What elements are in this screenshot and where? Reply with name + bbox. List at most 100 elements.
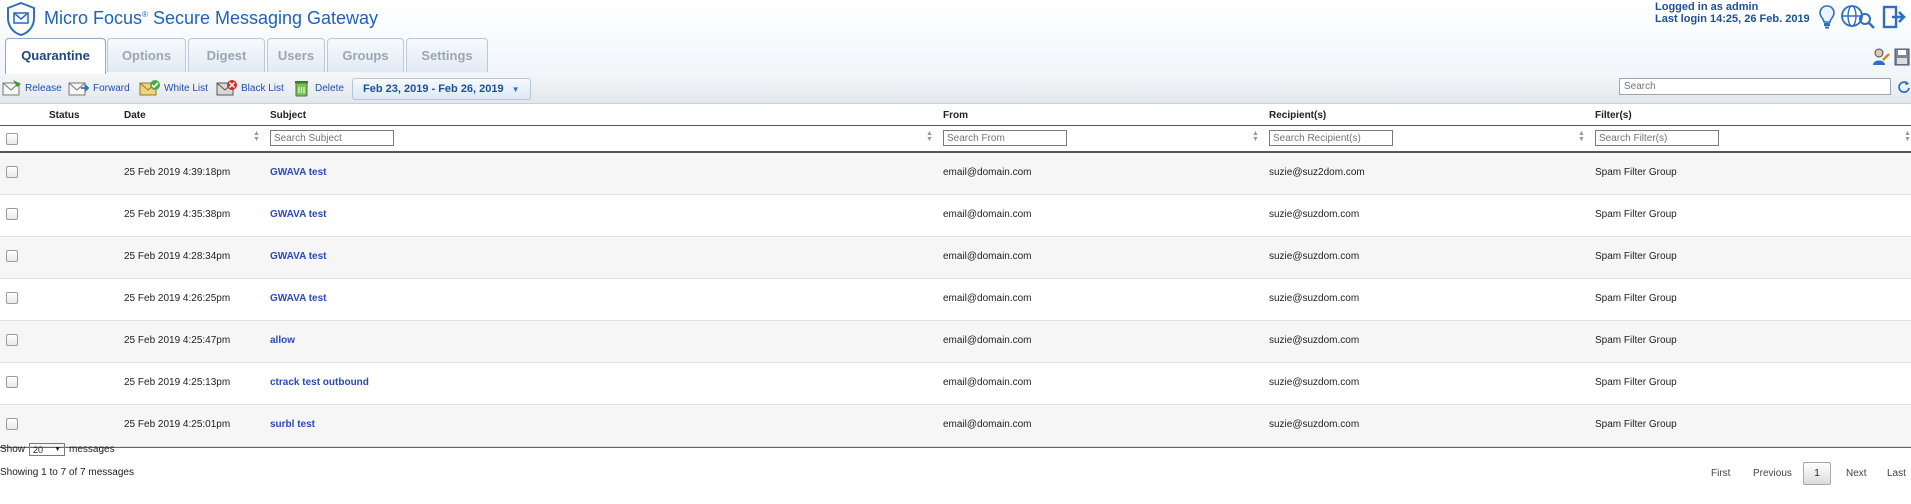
row-recipient: suzie@suz2dom.com: [1269, 167, 1365, 178]
tab-digest[interactable]: Digest: [188, 38, 265, 72]
pagination-first[interactable]: First: [1711, 468, 1730, 479]
row-from: email@domain.com: [943, 167, 1032, 178]
tab-quarantine[interactable]: Quarantine: [5, 38, 106, 75]
pagination-last[interactable]: Last: [1887, 468, 1906, 479]
table-row[interactable]: 25 Feb 2019 4:35:38pm GWAVA test email@d…: [0, 195, 1911, 237]
row-checkbox[interactable]: [6, 208, 18, 220]
app-title: Micro Focus® Secure Messaging Gateway: [44, 8, 378, 29]
trademark-mark: ®: [142, 10, 148, 19]
row-checkbox[interactable]: [6, 376, 18, 388]
column-from[interactable]: From: [943, 110, 968, 121]
subject-filter-input[interactable]: [270, 130, 394, 146]
chevron-down-icon: ▼: [54, 446, 62, 453]
row-subject-link[interactable]: surbl test: [270, 419, 315, 430]
page-size-select[interactable]: 20 ▼: [29, 443, 66, 456]
row-date: 25 Feb 2019 4:25:47pm: [124, 335, 231, 346]
lightbulb-icon[interactable]: [1818, 4, 1836, 30]
row-checkbox[interactable]: [6, 334, 18, 346]
from-filter-input[interactable]: [943, 130, 1067, 146]
row-subject-link[interactable]: GWAVA test: [270, 251, 326, 262]
tab-options[interactable]: Options: [107, 38, 186, 72]
table-body: 25 Feb 2019 4:39:18pm GWAVA test email@d…: [0, 153, 1911, 448]
white-list-icon: [139, 80, 160, 96]
showing-summary: Showing 1 to 7 of 7 messages: [0, 467, 134, 478]
row-checkbox[interactable]: [6, 292, 18, 304]
table-footer: Show 20 ▼ messages Showing 1 to 7 of 7 m…: [0, 443, 1911, 503]
date-range-picker[interactable]: Feb 23, 2019 - Feb 26, 2019 ▼: [352, 78, 531, 100]
chevron-down-icon: ▼: [511, 84, 520, 94]
forward-label: Forward: [93, 82, 130, 94]
sort-icon[interactable]: ▲ ▼: [1904, 130, 1911, 143]
row-date: 25 Feb 2019 4:28:34pm: [124, 251, 231, 262]
white-list-label: White List: [164, 82, 208, 94]
row-from: email@domain.com: [943, 377, 1032, 388]
row-from: email@domain.com: [943, 419, 1032, 430]
row-recipient: suzie@suzdom.com: [1269, 251, 1360, 262]
black-list-label: Black List: [241, 82, 284, 94]
release-icon: [2, 80, 21, 96]
table-row[interactable]: 25 Feb 2019 4:25:01pm surbl test email@d…: [0, 405, 1911, 447]
pagination-next[interactable]: Next: [1846, 468, 1867, 479]
white-list-button[interactable]: White List: [139, 79, 208, 97]
row-subject-link[interactable]: allow: [270, 335, 295, 346]
globe-search-icon[interactable]: [1840, 4, 1876, 30]
filters-filter-input[interactable]: [1595, 130, 1719, 146]
row-subject-link[interactable]: ctrack test outbound: [270, 377, 369, 388]
app-title-brand: Micro Focus: [44, 8, 143, 28]
last-login: Last login 14:25, 26 Feb. 2019: [1655, 13, 1810, 25]
row-subject-link[interactable]: GWAVA test: [270, 167, 326, 178]
column-status[interactable]: Status: [49, 110, 80, 121]
row-recipient: suzie@suzdom.com: [1269, 377, 1360, 388]
row-checkbox[interactable]: [6, 166, 18, 178]
row-subject-link[interactable]: GWAVA test: [270, 209, 326, 220]
select-all-checkbox[interactable]: [6, 133, 18, 145]
table-row[interactable]: 25 Feb 2019 4:26:25pm GWAVA test email@d…: [0, 279, 1911, 321]
column-subject[interactable]: Subject: [270, 110, 306, 121]
envelope-shield-icon: [7, 2, 35, 36]
save-icon[interactable]: [1894, 48, 1910, 66]
app-title-product: Secure Messaging Gateway: [152, 8, 379, 28]
delete-label: Delete: [315, 82, 344, 94]
action-toolbar: Release Forward White List Black List De…: [0, 74, 1911, 104]
black-list-icon: [216, 80, 237, 96]
tab-users[interactable]: Users: [267, 38, 325, 72]
tab-groups[interactable]: Groups: [327, 38, 404, 72]
table-row[interactable]: 25 Feb 2019 4:25:13pm ctrack test outbou…: [0, 363, 1911, 405]
row-checkbox[interactable]: [6, 418, 18, 430]
row-from: email@domain.com: [943, 293, 1032, 304]
pagination-previous[interactable]: Previous: [1753, 468, 1792, 479]
table-header: Status Date Subject From Recipient(s) Fi…: [0, 104, 1911, 125]
row-from: email@domain.com: [943, 209, 1032, 220]
sort-icon[interactable]: ▲ ▼: [926, 130, 933, 143]
logout-icon[interactable]: [1882, 4, 1908, 30]
black-list-button[interactable]: Black List: [216, 79, 284, 97]
row-recipient: suzie@suzdom.com: [1269, 419, 1360, 430]
forward-button[interactable]: Forward: [68, 79, 130, 97]
refresh-icon[interactable]: [1897, 80, 1911, 94]
sort-icon[interactable]: ▲ ▼: [1578, 130, 1585, 143]
search-input[interactable]: [1619, 78, 1891, 95]
user-settings-icon[interactable]: [1872, 48, 1890, 66]
tab-settings[interactable]: Settings: [406, 38, 488, 72]
column-recipients[interactable]: Recipient(s): [1269, 110, 1326, 121]
table-row[interactable]: 25 Feb 2019 4:25:47pm allow email@domain…: [0, 321, 1911, 363]
delete-button[interactable]: Delete: [292, 79, 344, 97]
sort-icon[interactable]: ▲ ▼: [1252, 130, 1259, 143]
row-checkbox[interactable]: [6, 250, 18, 262]
forward-icon: [68, 82, 90, 96]
row-filter: Spam Filter Group: [1595, 377, 1677, 388]
column-filters[interactable]: Filter(s): [1595, 110, 1632, 121]
row-filter: Spam Filter Group: [1595, 293, 1677, 304]
recipients-filter-input[interactable]: [1269, 130, 1393, 146]
row-recipient: suzie@suzdom.com: [1269, 293, 1360, 304]
column-date[interactable]: Date: [124, 110, 146, 121]
table-row[interactable]: 25 Feb 2019 4:39:18pm GWAVA test email@d…: [0, 153, 1911, 195]
release-button[interactable]: Release: [2, 79, 62, 97]
sort-icon[interactable]: ▲ ▼: [253, 130, 260, 143]
delete-icon: [295, 81, 308, 97]
table-row[interactable]: 25 Feb 2019 4:28:34pm GWAVA test email@d…: [0, 237, 1911, 279]
release-label: Release: [25, 82, 62, 94]
row-from: email@domain.com: [943, 251, 1032, 262]
row-subject-link[interactable]: GWAVA test: [270, 293, 326, 304]
pagination-current-page[interactable]: 1: [1803, 462, 1831, 485]
